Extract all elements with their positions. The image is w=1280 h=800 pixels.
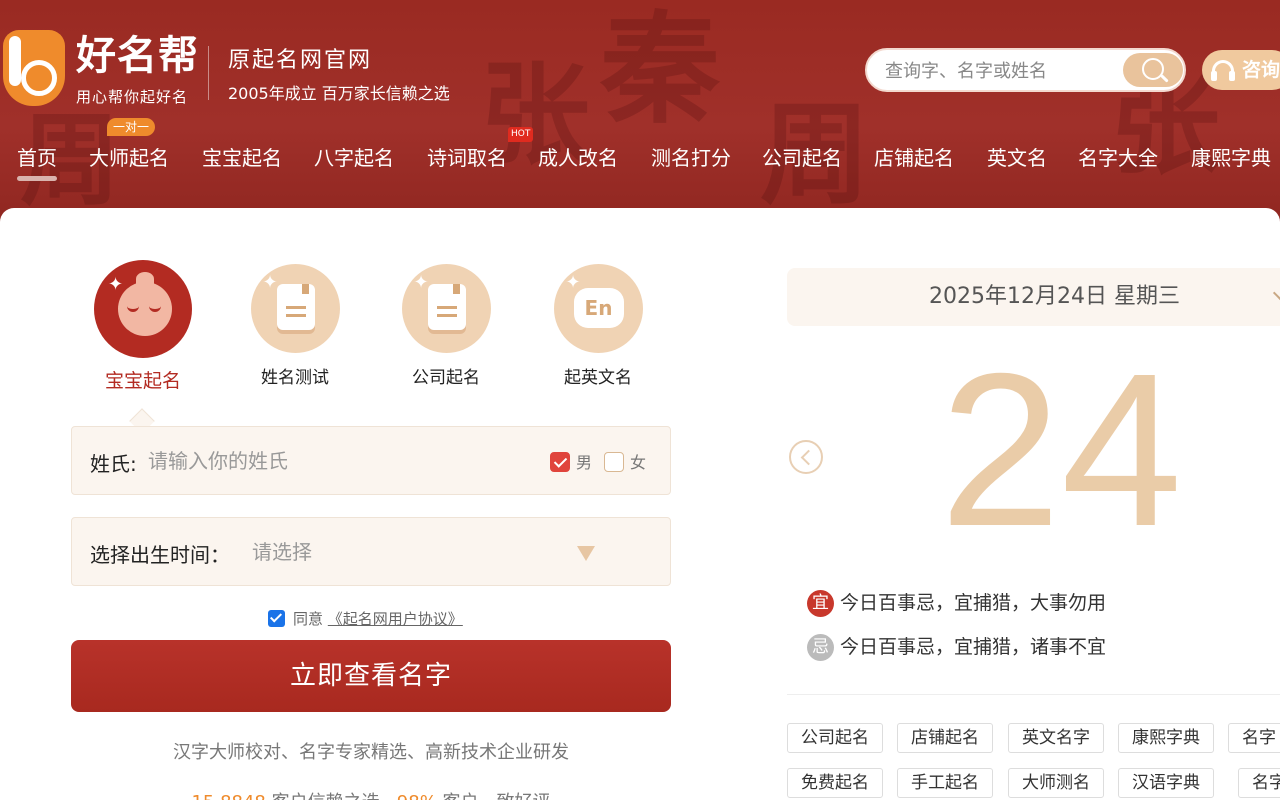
male-checkbox[interactable] [550, 452, 570, 472]
calendar-prev-button[interactable] [789, 440, 823, 474]
quick-link[interactable]: 名字 [1238, 768, 1280, 798]
quick-link[interactable]: 大师测名 [1008, 768, 1104, 798]
service-description: 汉字大师校对、名字专家精选、高新技术企业研发 [173, 742, 569, 763]
yi-badge: 宜 [807, 590, 834, 617]
gender-male-option[interactable]: 男 [550, 449, 592, 473]
search-button[interactable] [1123, 53, 1183, 87]
category-label: 姓名测试 [261, 368, 329, 388]
gender-female-label: 女 [630, 453, 647, 472]
header-watermark-char: 秦 [600, 0, 720, 140]
stat-customers-text: 客户信赖之选 [272, 792, 380, 800]
yi-text: 今日百事忌，宜捕猎，大事勿用 [840, 592, 1107, 614]
nav-item-poetry-naming[interactable]: 诗词取名 [427, 142, 507, 171]
quick-link[interactable]: 公司起名 [787, 723, 883, 753]
stat-rating-text: 客户一致好评 [443, 792, 551, 800]
surname-field: 姓氏: 男 女 [71, 426, 671, 495]
english-bubble-icon: ✦ En [553, 264, 643, 353]
dropdown-arrow-icon [577, 546, 595, 561]
agreement-row: 同意 《起名网用户协议》 [268, 608, 463, 629]
brand-name[interactable]: 好名帮 [76, 32, 199, 80]
nav-item-bazi-naming[interactable]: 八字起名 [314, 142, 394, 171]
nav-item-name-collection[interactable]: 名字大全 [1078, 142, 1158, 171]
quick-link[interactable]: 手工起名 [897, 768, 993, 798]
site-title: 原起名网官网 [228, 48, 373, 73]
surname-label: 姓氏: [90, 452, 137, 476]
brand-logo-icon[interactable] [3, 30, 65, 106]
category-baby-naming[interactable]: ✦ 宝宝起名 [88, 260, 198, 393]
quick-link[interactable]: 免费起名 [787, 768, 883, 798]
search-box [865, 48, 1186, 92]
nav-item-home[interactable]: 首页 [17, 142, 57, 171]
category-company-naming[interactable]: ✦ 公司起名 [391, 264, 501, 388]
category-label: 公司起名 [412, 368, 480, 388]
surname-input[interactable] [148, 446, 528, 476]
site-header: 秦 张 周 周 张 好名帮 用心帮你起好名 原起名网官网 2005年成立 百万家… [0, 0, 1280, 230]
consult-button[interactable]: 咨询 [1202, 50, 1280, 90]
brand-slogan: 用心帮你起好名 [76, 88, 189, 106]
quick-link[interactable]: 康熙字典 [1118, 723, 1214, 753]
headset-icon [1211, 60, 1235, 81]
nav-item-name-score[interactable]: 测名打分 [651, 142, 731, 171]
stat-customers-number: 15.8848 [191, 792, 265, 800]
quick-link[interactable]: 汉语字典 [1118, 768, 1214, 798]
agreement-checkbox[interactable] [268, 610, 285, 627]
ji-text: 今日百事忌，宜捕猎，诸事不宜 [840, 636, 1107, 658]
baby-icon: ✦ [94, 260, 192, 358]
chevron-down-icon [1272, 285, 1280, 301]
category-label: 宝宝起名 [104, 370, 181, 392]
document-icon: ✦ [250, 264, 340, 353]
quick-link[interactable]: 英文名字 [1008, 723, 1104, 753]
calendar-date-label: 2025年12月24日 星期三 [929, 284, 1180, 309]
nav-item-company-naming[interactable]: 公司起名 [762, 142, 842, 171]
main-panel: ✦ 宝宝起名 ✦ 姓名测试 ✦ 公司起名 ✦ En 起英文名 姓氏: 请输入你的… [0, 208, 1280, 800]
inauspicious-row: 忌今日百事忌，宜捕猎，诸事不宜 [807, 632, 1106, 661]
user-agreement-link[interactable]: 《起名网用户协议》 [328, 610, 463, 628]
calendar-date-selector[interactable]: 2025年12月24日 星期三 [787, 268, 1280, 326]
category-name-test[interactable]: ✦ 姓名测试 [240, 264, 350, 388]
view-names-button[interactable]: 立即查看名字 [71, 640, 671, 712]
nav-item-baby-naming[interactable]: 宝宝起名 [202, 142, 282, 171]
gender-male-label: 男 [576, 453, 593, 472]
section-divider [787, 694, 1280, 695]
site-subtitle: 2005年成立 百万家长信赖之选 [228, 84, 450, 103]
search-input[interactable] [885, 58, 1115, 84]
calendar-day-number: 24 [939, 329, 1183, 572]
birth-time-label: 选择出生时间： [90, 543, 230, 567]
gender-female-option[interactable]: 女 [604, 449, 646, 473]
main-nav: 首页 大师起名 宝宝起名 八字起名 诗词取名 成人改名 测名打分 公司起名 店铺… [0, 130, 1280, 181]
category-english-name[interactable]: ✦ En 起英文名 [543, 264, 653, 388]
quick-link[interactable]: 名字 [1228, 723, 1280, 753]
category-label: 起英文名 [564, 368, 632, 388]
document-icon: ✦ [401, 264, 491, 353]
stat-rating-number: 98% [397, 792, 437, 800]
female-checkbox[interactable] [604, 452, 624, 472]
consult-label: 咨询 [1242, 59, 1280, 81]
birth-time-field[interactable]: 选择出生时间： [71, 517, 671, 586]
nav-item-english-name[interactable]: 英文名 [987, 142, 1047, 171]
birth-time-select[interactable] [252, 537, 552, 567]
quick-link[interactable]: 店铺起名 [897, 723, 993, 753]
nav-item-master-naming[interactable]: 大师起名 [89, 142, 169, 171]
nav-item-adult-rename[interactable]: 成人改名 [538, 142, 618, 171]
nav-active-indicator [17, 176, 57, 181]
nav-item-shop-naming[interactable]: 店铺起名 [874, 142, 954, 171]
header-divider [208, 46, 209, 100]
auspicious-row: 宜今日百事忌，宜捕猎，大事勿用 [807, 588, 1106, 617]
agreement-text: 同意 [293, 610, 324, 628]
nav-item-kangxi-dictionary[interactable]: 康熙字典 [1191, 142, 1271, 171]
trust-stats: 15.8848 客户信赖之选 98% 客户一致好评 [71, 788, 671, 800]
ji-badge: 忌 [807, 634, 834, 661]
